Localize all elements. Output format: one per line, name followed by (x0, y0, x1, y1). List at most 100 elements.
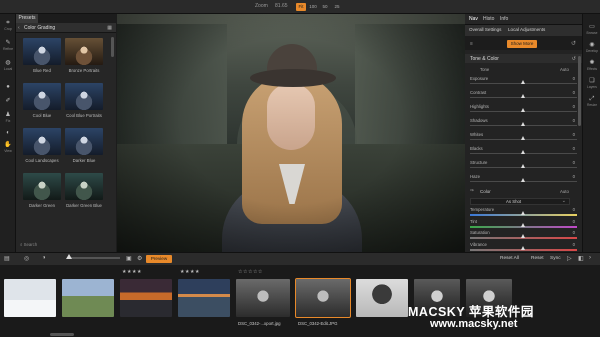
slider-knob[interactable] (521, 245, 525, 250)
filmstrip-thumbnail[interactable] (4, 279, 56, 317)
slider-knob[interactable] (521, 150, 525, 154)
slider-temperature[interactable]: Temperature 0 (470, 207, 577, 217)
tab-nav[interactable]: Nav (469, 16, 478, 22)
reset-icon[interactable]: ↺ (571, 40, 576, 47)
slider-value[interactable]: 0 (573, 118, 575, 123)
tone-auto-button[interactable]: Auto (560, 67, 569, 72)
slider-whites[interactable]: Whites 0 (470, 132, 577, 142)
filmstrip-thumbnail[interactable] (236, 279, 290, 317)
slider-knob[interactable] (521, 222, 525, 227)
slider-structure[interactable]: Structure 0 (470, 160, 577, 170)
brush-tool[interactable]: ● (0, 84, 16, 91)
preview-toggle-icon[interactable]: ◑ (42, 255, 46, 261)
slider-blacks[interactable]: Blacks 0 (470, 146, 577, 156)
section-reset-icon[interactable]: ↺ (572, 56, 576, 62)
zoom-fit-button[interactable]: Fit (296, 3, 306, 11)
panel-menu-icon[interactable]: ≡ (470, 41, 473, 47)
slider-knob[interactable] (521, 211, 525, 215)
mask-icon[interactable]: ▣ (126, 255, 132, 262)
browse-module[interactable]: ▭ Browse (583, 24, 600, 35)
slider-knob[interactable] (521, 108, 525, 112)
preset-thumbnail[interactable] (65, 38, 103, 65)
preset-thumbnail[interactable] (23, 83, 61, 110)
chevron-left-icon[interactable]: ‹ (18, 25, 20, 31)
rating-stars[interactable]: ☆☆☆☆☆ (238, 269, 263, 275)
chevron-right-icon[interactable]: › (589, 255, 591, 261)
compare-icon[interactable]: ◎ (24, 255, 29, 262)
tab-info[interactable]: Info (500, 16, 508, 22)
search-input[interactable]: Search (24, 242, 38, 247)
main-photo-canvas[interactable] (117, 14, 465, 252)
develop-module[interactable]: ◉ Develop (583, 42, 600, 53)
thumbnail-size-slider[interactable] (66, 254, 120, 259)
crop-tool[interactable]: ⌗ Crop (0, 20, 16, 31)
resize-module[interactable]: ⤢ Resize (583, 96, 600, 107)
rating-stars[interactable]: ★★★★ (122, 269, 142, 275)
slider-saturation[interactable]: Saturation 0 (470, 230, 577, 240)
slider-value[interactable]: 0 (573, 219, 575, 224)
zoom-value[interactable]: 81.65 (275, 3, 288, 9)
reset-all-button[interactable]: Reset All (500, 256, 519, 261)
slider-contrast[interactable]: Contrast 0 (470, 90, 577, 100)
slider-value[interactable]: 0 (573, 146, 575, 151)
filmstrip-thumbnail[interactable] (356, 279, 408, 317)
effects-module[interactable]: ✺ Effects (583, 60, 600, 71)
preview-button[interactable]: Preview (146, 255, 172, 263)
slider-highlights[interactable]: Highlights 0 (470, 104, 577, 114)
slider-knob[interactable] (521, 80, 525, 84)
slider-value[interactable]: 0 (573, 90, 575, 95)
slider-value[interactable]: 0 (573, 132, 575, 137)
settings-icon[interactable]: ⚙ (137, 255, 142, 262)
view-toggle[interactable]: ◐ (0, 130, 16, 137)
slider-knob[interactable] (521, 178, 525, 182)
slider-value[interactable]: 0 (573, 76, 575, 81)
color-auto-button[interactable]: Auto (560, 189, 569, 194)
filmstrip-thumbnail[interactable] (120, 279, 172, 317)
presets-header[interactable]: ‹ Color Grading ▦ (16, 23, 116, 33)
reset-button[interactable]: Reset (531, 256, 544, 261)
tab-histo[interactable]: Histo (483, 16, 494, 22)
slider-knob[interactable] (66, 254, 72, 259)
preset-thumbnail[interactable] (23, 128, 61, 155)
slider-value[interactable]: 0 (573, 104, 575, 109)
local-tool[interactable]: ◍ Local (0, 60, 16, 71)
slider-value[interactable]: 0 (573, 230, 575, 235)
sync-button[interactable]: Sync (550, 256, 561, 261)
zoom-100-button[interactable]: 100 (308, 3, 318, 11)
slider-shadows[interactable]: Shadows 0 (470, 118, 577, 128)
tab-local-adjustments[interactable]: Local Adjustments (508, 27, 545, 32)
presets-search[interactable]: ⌕ Search (20, 242, 60, 249)
tone-color-header[interactable]: Tone & Color ↺ (465, 54, 582, 63)
compare-split-icon[interactable]: ◧ (578, 255, 584, 262)
slider-knob[interactable] (521, 234, 525, 238)
preset-thumbnail[interactable] (23, 38, 61, 65)
presets-tab[interactable]: Presets (16, 14, 38, 23)
slider-knob[interactable] (521, 94, 525, 98)
play-icon[interactable]: ▷ (567, 255, 572, 262)
filmstrip-thumbnail[interactable] (178, 279, 230, 317)
zoom-25-button[interactable]: 25 (332, 3, 342, 11)
hand-tool[interactable]: ✋ View (0, 142, 16, 153)
slider-exposure[interactable]: Exposure 0 (470, 76, 577, 86)
slider-haze[interactable]: Haze 0 (470, 174, 577, 184)
tab-overall-settings[interactable]: Overall Settings (469, 27, 501, 32)
pen-tool[interactable]: ✐ (0, 98, 16, 105)
grid-view-icon[interactable]: ▦ (107, 25, 112, 31)
slider-knob[interactable] (521, 136, 525, 140)
slider-knob[interactable] (521, 122, 525, 126)
filmstrip-thumbnail[interactable] (62, 279, 114, 317)
refine-tool[interactable]: ✎ Refine (0, 40, 16, 51)
slider-tint[interactable]: Tint 0 (470, 219, 577, 229)
eyedropper-icon[interactable]: ✑ (470, 188, 474, 194)
slider-value[interactable]: 0 (573, 242, 575, 247)
show-more-button[interactable]: Show More (507, 40, 537, 48)
fix-tool[interactable]: ♟ Fix (0, 112, 16, 123)
white-balance-select[interactable]: As Shot ⌄ (470, 198, 570, 205)
preset-thumbnail[interactable] (23, 173, 61, 200)
slider-value[interactable]: 0 (573, 174, 575, 179)
adjustments-scrollbar[interactable] (578, 56, 581, 126)
slider-knob[interactable] (521, 164, 525, 168)
layers-module[interactable]: ❑ Layers (583, 78, 600, 89)
slider-vibrance[interactable]: Vibrance 0 (470, 242, 577, 252)
slider-value[interactable]: 0 (573, 207, 575, 212)
